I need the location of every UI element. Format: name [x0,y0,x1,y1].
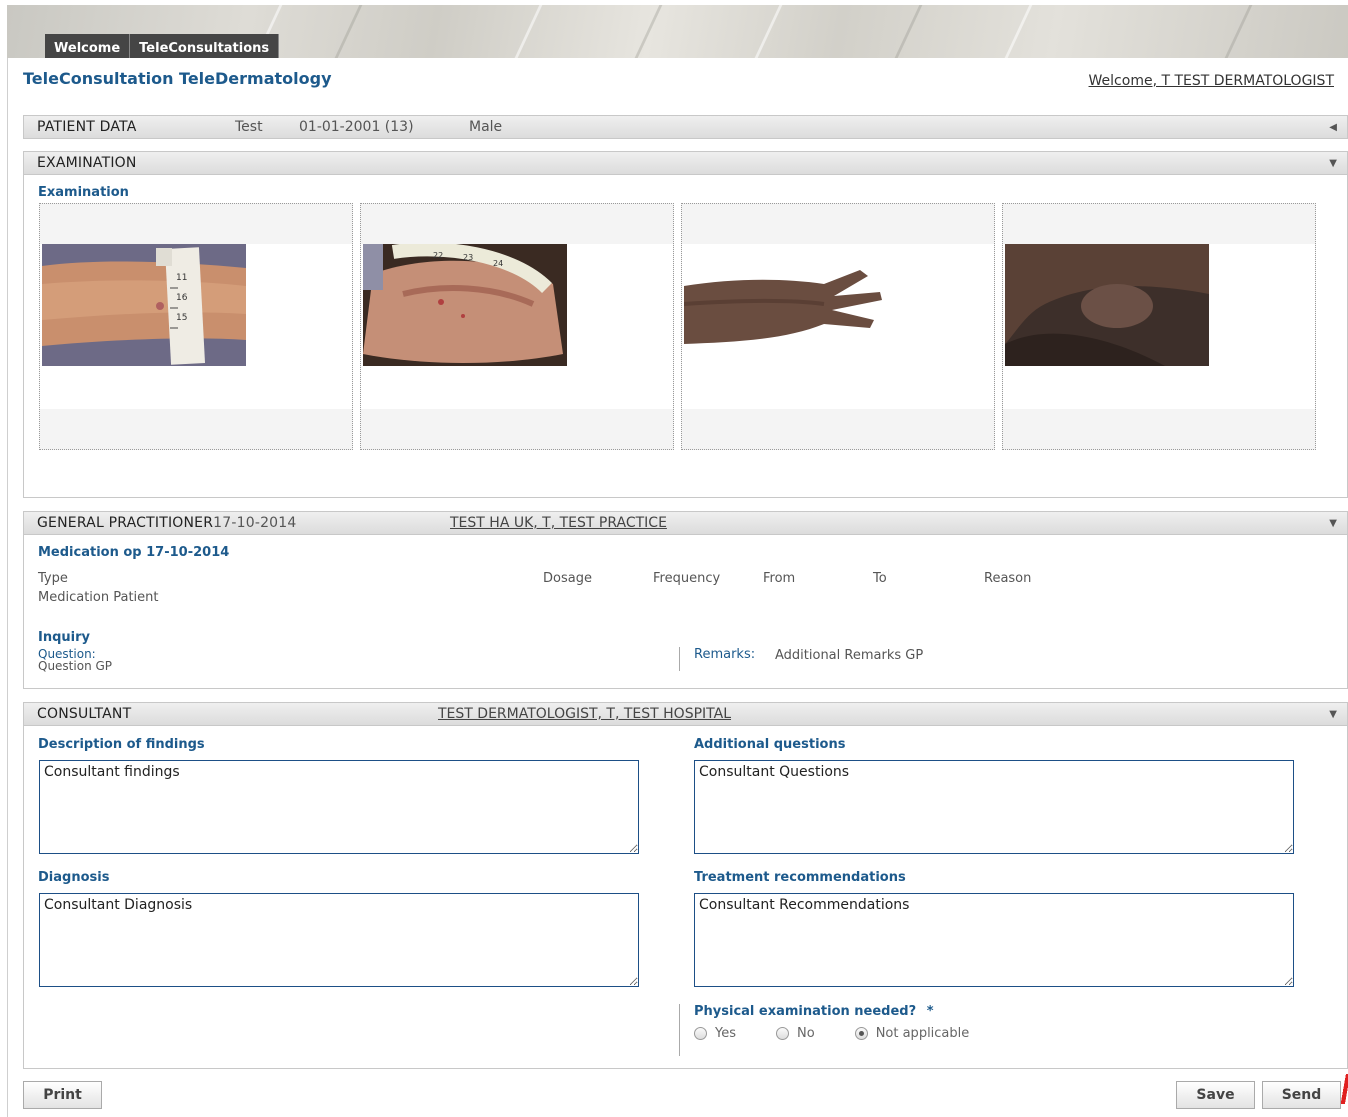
radio-no-label: No [797,1026,815,1041]
patient-dob: 01-01-2001 (13) [299,119,414,135]
examination-section-title: EXAMINATION [37,155,137,171]
consultant-name-link[interactable]: TEST DERMATOLOGIST, T, TEST HOSPITAL [438,703,731,726]
inquiry-title: Inquiry [38,630,90,645]
patient-section-title: PATIENT DATA [37,119,137,135]
consultant-panel: Description of findings Additional quest… [23,726,1348,1069]
wrist-skin-photo[interactable] [1005,244,1209,366]
expand-down-icon[interactable]: ▼ [1329,703,1337,726]
exam-image-cell[interactable] [1002,203,1316,450]
question-value: Question GP [38,659,113,673]
svg-text:22: 22 [433,251,443,260]
expand-down-icon[interactable]: ▼ [1329,512,1337,535]
treatment-textarea[interactable] [694,893,1294,987]
hand-measuring-tape-photo[interactable]: 22 23 24 [363,244,567,366]
radio-not-applicable[interactable] [854,1027,868,1040]
patient-data-bar[interactable]: PATIENT DATA Test 01-01-2001 (13) Male ◀ [23,115,1348,139]
examination-subtitle: Examination [38,185,129,200]
tab-welcome[interactable]: Welcome [45,34,131,58]
examination-panel: Examination 11 16 15 22 23 24 [23,175,1348,498]
main-tabs: Welcome TeleConsultations [45,34,280,58]
findings-textarea[interactable] [39,760,639,854]
svg-text:15: 15 [176,313,187,323]
divider [679,647,680,671]
consultant-bar[interactable]: CONSULTANT TEST DERMATOLOGIST, T, TEST H… [23,702,1348,726]
page-left-border [7,58,8,1117]
questions-label: Additional questions [694,737,846,752]
diagnosis-label: Diagnosis [38,870,110,885]
required-marker: * [926,1004,934,1019]
svg-text:11: 11 [176,273,187,283]
save-button[interactable]: Save [1176,1081,1255,1109]
divider [679,1004,680,1056]
collapse-left-icon[interactable]: ◀ [1329,116,1337,139]
examination-bar[interactable]: EXAMINATION ▼ [23,151,1348,175]
exam-image-cell[interactable] [681,203,995,450]
questions-textarea[interactable] [694,760,1294,854]
patient-sex: Male [469,119,503,135]
col-from: From [763,571,796,586]
expand-down-icon[interactable]: ▼ [1329,152,1337,175]
gp-practitioner-link[interactable]: TEST HA UK, T, TEST PRACTICE [450,512,667,535]
hand-back-photo[interactable] [684,244,888,366]
col-dosage: Dosage [543,571,592,586]
radio-not-applicable-label: Not applicable [875,1026,970,1041]
exam-image-cell[interactable]: 11 16 15 [39,203,353,450]
user-welcome-link[interactable]: Welcome, T TEST DERMATOLOGIST [1089,73,1334,89]
col-reason: Reason [984,571,1032,586]
gp-panel: Medication op 17-10-2014 Type Dosage Fre… [23,535,1348,689]
findings-label: Description of findings [38,737,205,752]
medication-row: Medication Patient [38,590,159,605]
remarks-label: Remarks: [694,647,756,662]
radio-yes-label: Yes [715,1026,736,1041]
radio-no[interactable] [776,1027,789,1040]
page-title: TeleConsultation TeleDermatology [23,69,332,88]
gp-date: 17-10-2014 [213,515,297,531]
send-button[interactable]: Send [1262,1081,1341,1109]
physical-exam-label: Physical examination needed? * [694,1004,934,1019]
medication-title: Medication op 17-10-2014 [38,545,230,560]
header-banner: Welcome TeleConsultations [7,5,1348,58]
red-annotation-mark [1341,1074,1348,1104]
patient-name: Test [235,119,263,135]
wrist-measuring-tape-photo[interactable]: 11 16 15 [42,244,246,366]
exam-image-cell[interactable]: 22 23 24 [360,203,674,450]
consultant-section-title: CONSULTANT [37,706,132,722]
gp-section-title: GENERAL PRACTITIONER [37,515,214,531]
col-to: To [873,571,887,586]
col-frequency: Frequency [653,571,721,586]
col-type: Type [38,571,68,586]
svg-text:24: 24 [493,259,503,268]
print-button[interactable]: Print [23,1081,102,1109]
svg-text:16: 16 [176,293,188,303]
tab-teleconsultations[interactable]: TeleConsultations [130,34,280,58]
diagnosis-textarea[interactable] [39,893,639,987]
svg-text:23: 23 [463,253,473,262]
gp-bar[interactable]: GENERAL PRACTITIONER17-10-2014 TEST HA U… [23,511,1348,535]
radio-yes[interactable] [694,1027,707,1040]
remarks-value: Additional Remarks GP [775,648,924,663]
physical-exam-options: Yes No Not applicable [694,1026,969,1041]
treatment-label: Treatment recommendations [694,870,906,885]
